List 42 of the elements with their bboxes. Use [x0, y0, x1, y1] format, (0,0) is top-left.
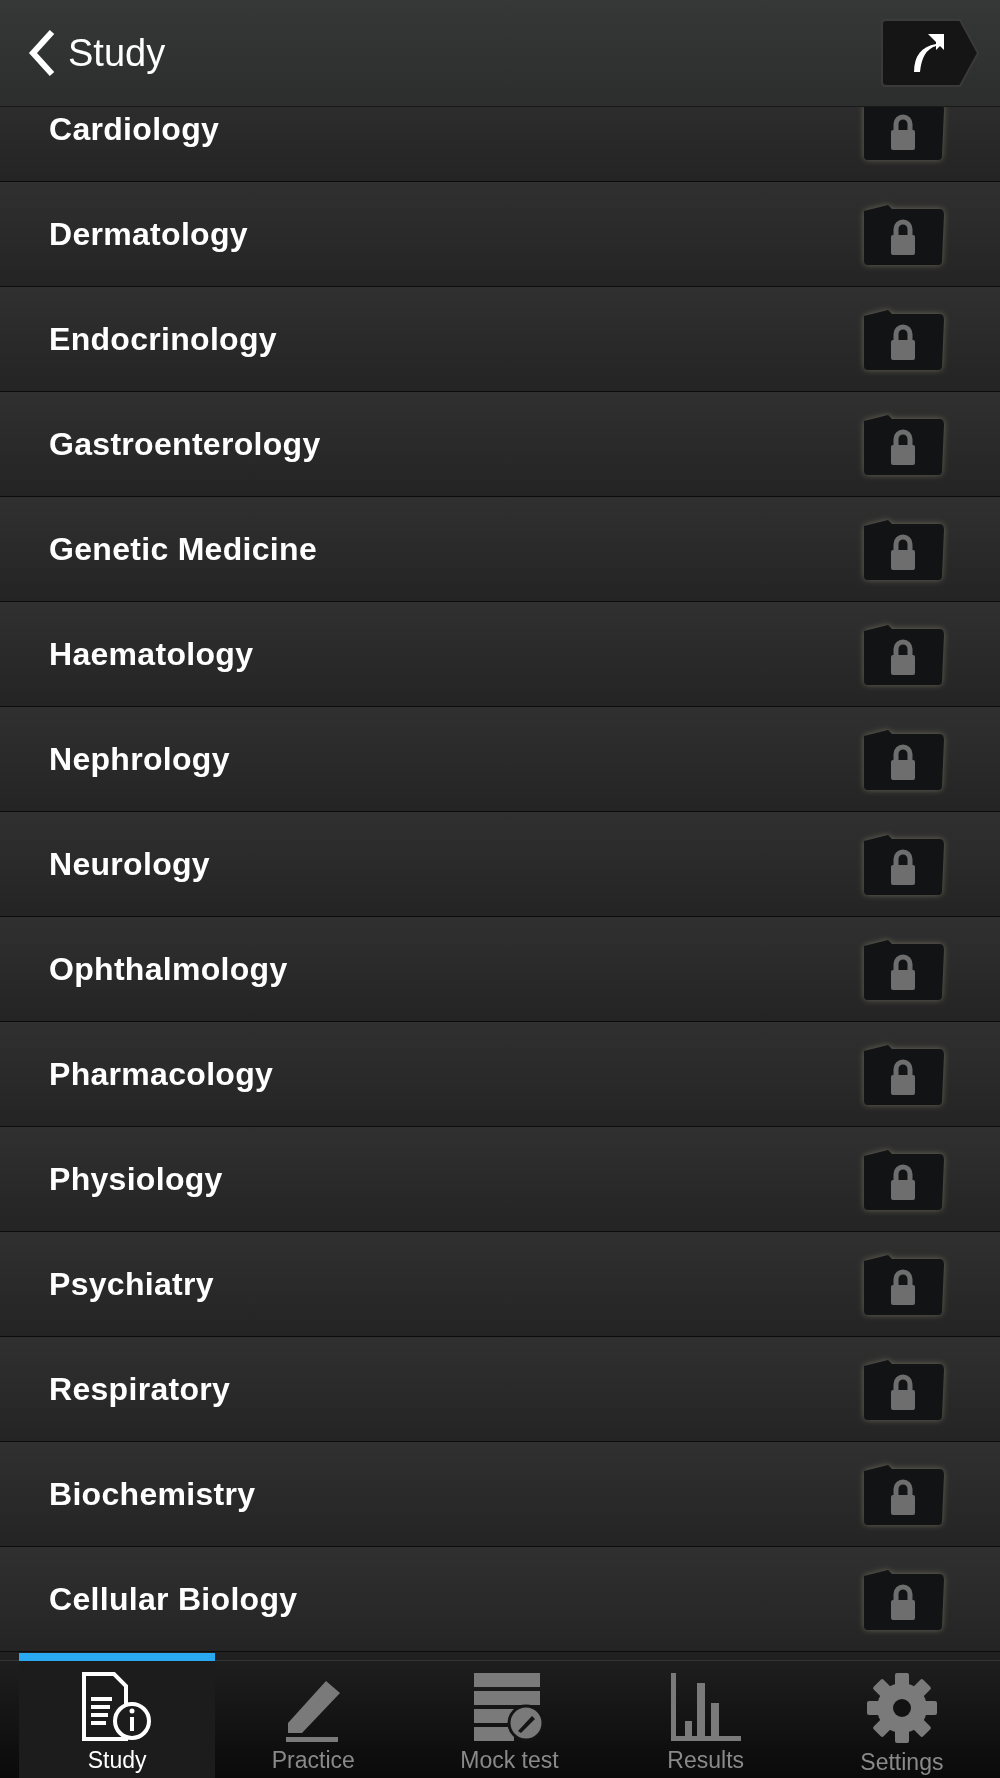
topic-label: Nephrology	[49, 740, 230, 778]
settings-icon	[864, 1671, 939, 1745]
topic-label: Cellular Biology	[49, 1580, 298, 1618]
topic-label: Respiratory	[49, 1370, 231, 1408]
topic-label: Genetic Medicine	[49, 530, 317, 568]
topic-row[interactable]: Physiology	[0, 1127, 1000, 1232]
back-button[interactable]: Study	[28, 29, 166, 77]
topic-row[interactable]: Dermatology	[0, 182, 1000, 287]
tab[interactable]: Results	[607, 1653, 804, 1778]
share-button[interactable]	[880, 18, 980, 88]
topic-label: Physiology	[49, 1160, 223, 1198]
topic-row[interactable]: Cardiology	[0, 107, 1000, 182]
topic-label: Biochemistry	[49, 1475, 256, 1513]
topic-label: Psychiatry	[49, 1265, 214, 1303]
topic-row[interactable]: Pharmacology	[0, 1022, 1000, 1127]
chevron-left-icon	[28, 29, 56, 77]
topic-label: Endocrinology	[49, 320, 277, 358]
topic-label: Haematology	[49, 635, 254, 673]
topic-row[interactable]: Haematology	[0, 602, 1000, 707]
topic-row[interactable]: Endocrinology	[0, 287, 1000, 392]
topic-row[interactable]: Ophthalmology	[0, 917, 1000, 1022]
topic-label: Dermatology	[49, 215, 248, 253]
topic-row[interactable]: Respiratory	[0, 1337, 1000, 1442]
tab[interactable]: Practice	[215, 1653, 412, 1778]
topic-label: Neurology	[49, 845, 210, 883]
topic-row[interactable]: Psychiatry	[0, 1232, 1000, 1337]
share-arrow-icon	[914, 34, 944, 72]
topic-label: Ophthalmology	[49, 950, 288, 988]
topic-row[interactable]: Biochemistry	[0, 1442, 1000, 1547]
tab[interactable]: Study	[19, 1653, 216, 1778]
bar-chart-icon	[668, 1671, 743, 1743]
topic-label: Gastroenterology	[49, 425, 321, 463]
back-label: Study	[68, 31, 166, 75]
topic-label: Pharmacology	[49, 1055, 274, 1093]
topic-row[interactable]: Gastroenterology	[0, 392, 1000, 497]
topic-label: Cardiology	[49, 110, 220, 148]
topic-row[interactable]: Nephrology	[0, 707, 1000, 812]
topic-row[interactable]: Neurology	[0, 812, 1000, 917]
topic-row[interactable]: Genetic Medicine	[0, 497, 1000, 602]
tab[interactable]: Mock test	[411, 1653, 608, 1778]
tab[interactable]: Settings	[803, 1653, 1000, 1778]
topic-row[interactable]: Cellular Biology	[0, 1547, 1000, 1652]
